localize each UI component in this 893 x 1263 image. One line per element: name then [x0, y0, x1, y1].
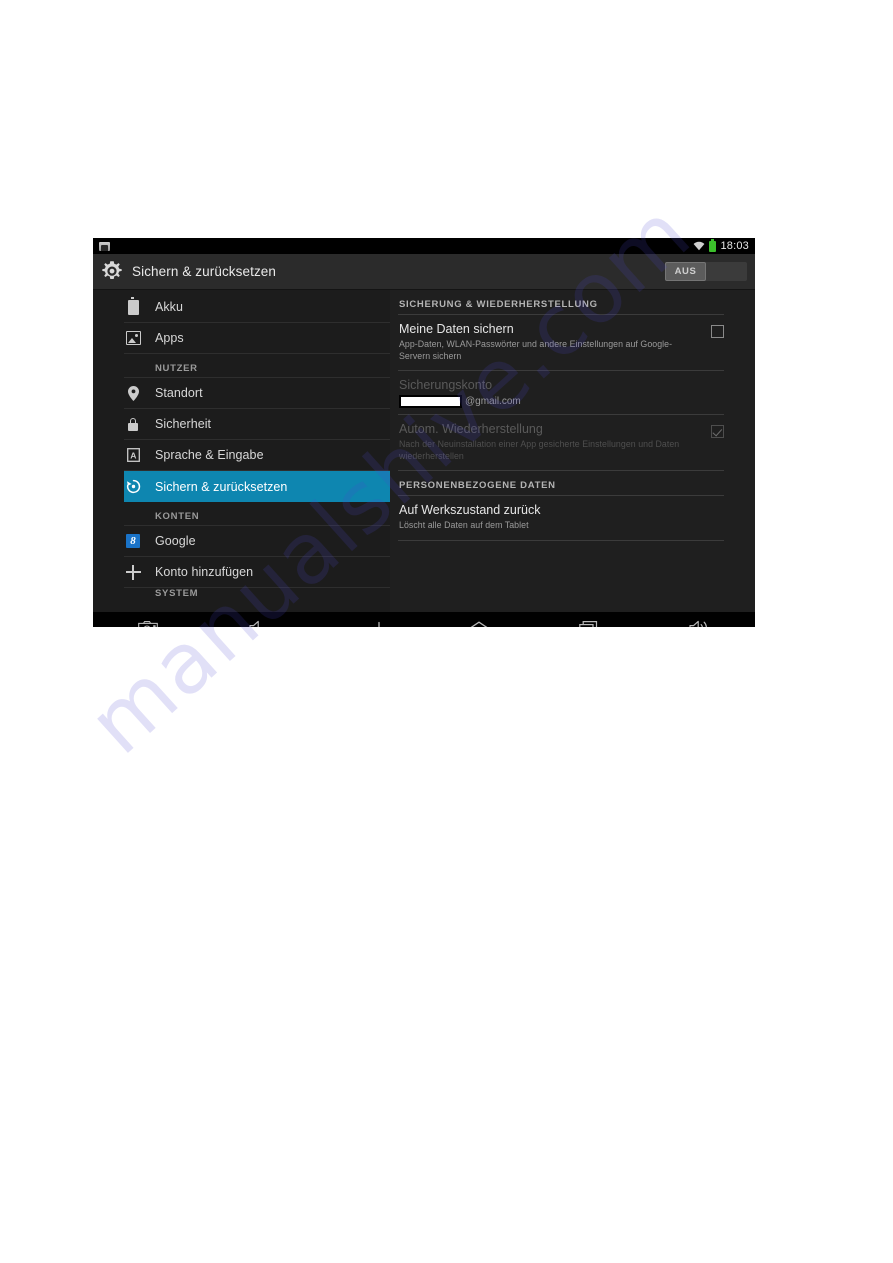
- volume-down-key[interactable]: [203, 612, 313, 627]
- sidebar-item-label: Google: [155, 534, 196, 548]
- sidebar-header-system: SYSTEM: [155, 588, 199, 599]
- preference-text: Meine Daten sichern App-Daten, WLAN-Pass…: [399, 322, 711, 362]
- lock-icon: [124, 415, 142, 433]
- backup-my-data-checkbox[interactable]: [711, 325, 724, 338]
- backup-account-email: @gmail.com: [399, 395, 714, 408]
- sidebar-item-label: Standort: [155, 386, 203, 400]
- location-pin-icon: [124, 384, 142, 402]
- sidebar-item-label: Apps: [155, 331, 184, 345]
- preference-subtitle: App-Daten, WLAN-Passwörter und andere Ei…: [399, 339, 673, 361]
- preference-row-meine-daten-sichern[interactable]: Meine Daten sichern App-Daten, WLAN-Pass…: [398, 315, 724, 371]
- preference-title: Meine Daten sichern: [399, 322, 514, 336]
- sidebar-item-google[interactable]: 8 Google: [124, 526, 390, 557]
- android-status-bar: 18:03: [93, 238, 755, 254]
- sidebar-item-apps[interactable]: Apps: [124, 323, 390, 354]
- preference-title: Sicherungskonto: [399, 378, 493, 392]
- volume-up-key[interactable]: [645, 612, 755, 627]
- watermark-layer: manualshive.com: [0, 0, 893, 1263]
- volume-up-icon: [689, 620, 711, 627]
- settings-sidebar: Akku Apps NUTZER Standort Sicherheit A S…: [93, 290, 390, 612]
- status-bar-right: 18:03: [693, 238, 749, 252]
- camera-icon: [138, 620, 159, 627]
- backup-restore-icon: [124, 478, 142, 496]
- settings-content-panel: SICHERUNG & WIEDERHERSTELLUNG Meine Date…: [390, 290, 755, 612]
- volume-down-icon: [249, 620, 267, 627]
- battery-icon: [709, 238, 717, 252]
- screenshot-icon: [99, 241, 110, 251]
- sidebar-header-konten: KONTEN: [124, 502, 390, 526]
- back-key[interactable]: [314, 612, 424, 627]
- preference-subtitle: Nach der Neuinstallation einer App gesic…: [399, 439, 680, 461]
- status-bar-left: [99, 241, 693, 251]
- preference-row-sicherungskonto[interactable]: Sicherungskonto @gmail.com: [398, 371, 724, 415]
- page-title: Sichern & zurücksetzen: [132, 264, 277, 279]
- sidebar-item-label: Sichern & zurücksetzen: [155, 479, 288, 494]
- action-bar: Sichern & zurücksetzen AUS: [93, 254, 755, 290]
- sidebar-header-nutzer: NUTZER: [124, 354, 390, 378]
- sidebar-item-label: Sicherheit: [155, 417, 212, 431]
- battery-icon: [124, 297, 142, 316]
- sidebar-item-label: Sprache & Eingabe: [155, 448, 264, 462]
- sidebar-item-standort[interactable]: Standort: [124, 378, 390, 409]
- sidebar-item-sprache-eingabe[interactable]: A Sprache & Eingabe: [124, 440, 390, 471]
- preference-text: Sicherungskonto @gmail.com: [399, 378, 724, 408]
- preference-text: Autom. Wiederherstellung Nach der Neuins…: [399, 422, 711, 462]
- settings-body: Akku Apps NUTZER Standort Sicherheit A S…: [93, 290, 755, 612]
- home-key[interactable]: [424, 612, 534, 627]
- preference-text: Auf Werkszustand zurück Löscht alle Date…: [399, 503, 724, 532]
- auto-restore-checkbox[interactable]: [711, 425, 724, 438]
- backup-toggle-switch[interactable]: AUS: [665, 262, 747, 281]
- preference-row-auf-werkszustand-zurueck[interactable]: Auf Werkszustand zurück Löscht alle Date…: [398, 496, 724, 541]
- sidebar-item-label: Akku: [155, 300, 183, 314]
- android-navigation-bar: [93, 612, 755, 627]
- status-bar-clock: 18:03: [720, 239, 749, 252]
- preference-row-autom-wiederherstellung[interactable]: Autom. Wiederherstellung Nach der Neuins…: [398, 415, 724, 471]
- svg-text:A: A: [130, 450, 136, 460]
- wifi-icon: [693, 241, 705, 251]
- sidebar-item-sichern-zuruecksetzen[interactable]: Sichern & zurücksetzen: [124, 471, 390, 502]
- recents-icon: [579, 620, 599, 627]
- gear-icon[interactable]: [99, 259, 125, 285]
- plus-icon: [124, 563, 142, 581]
- section-header-personal-data: PERSONENBEZOGENE DATEN: [398, 471, 724, 496]
- recents-key[interactable]: [534, 612, 644, 627]
- home-icon: [467, 621, 491, 627]
- tablet-screenshot: 18:03 Sichern & zurücksetzen AUS Akku Ap…: [93, 238, 755, 627]
- sidebar-item-konto-hinzufuegen[interactable]: Konto hinzufügen: [124, 557, 390, 588]
- redaction-box: [399, 395, 462, 408]
- sidebar-item-label: Konto hinzufügen: [155, 565, 254, 579]
- google-icon: 8: [124, 532, 142, 550]
- sidebar-item-akku[interactable]: Akku: [124, 292, 390, 323]
- apps-icon: [124, 329, 142, 347]
- email-domain: @gmail.com: [465, 396, 521, 407]
- section-header-backup: SICHERUNG & WIEDERHERSTELLUNG: [398, 290, 724, 315]
- back-arrow-icon: [358, 620, 380, 627]
- preference-title: Autom. Wiederherstellung: [399, 422, 543, 436]
- screenshot-key[interactable]: [93, 612, 203, 627]
- preference-title: Auf Werkszustand zurück: [399, 503, 541, 517]
- language-icon: A: [124, 446, 142, 464]
- preference-subtitle: Löscht alle Daten auf dem Tablet: [399, 520, 529, 530]
- toggle-thumb-label: AUS: [665, 262, 706, 281]
- sidebar-item-sicherheit[interactable]: Sicherheit: [124, 409, 390, 440]
